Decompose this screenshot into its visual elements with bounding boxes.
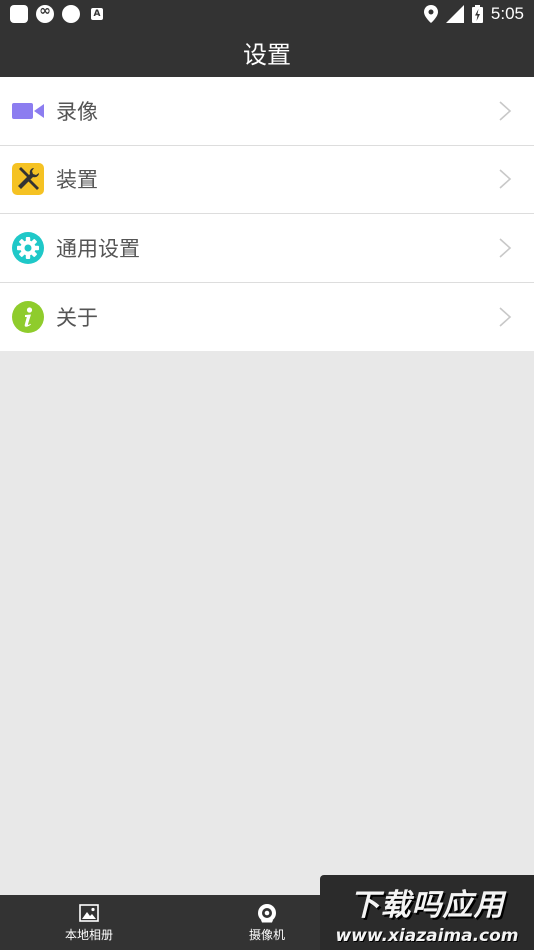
watermark-url: www.xiazaima.com: [335, 925, 519, 946]
app-bar: 设置: [0, 28, 534, 77]
gear-icon: [12, 231, 44, 264]
signal-icon: [445, 5, 464, 23]
video-camera-icon: [12, 95, 44, 127]
status-time: 5:05: [490, 4, 524, 23]
chevron-right-icon: [499, 238, 512, 258]
a-letter-icon: A: [88, 5, 106, 23]
settings-menu: 录像 装置 通用设置 关于: [0, 77, 534, 351]
menu-item-recording[interactable]: 录像: [0, 77, 534, 146]
tools-icon: [12, 163, 44, 196]
location-icon: [423, 5, 438, 23]
loop-icon: [36, 3, 54, 23]
image-icon: [79, 903, 99, 922]
app-square-icon: [10, 5, 28, 23]
menu-label: 录像: [56, 99, 98, 124]
status-right-icons: 5:05: [423, 4, 524, 24]
nav-label: 摄像机: [248, 927, 285, 942]
chevron-right-icon: [499, 101, 512, 121]
camera-icon: [258, 903, 276, 922]
menu-label: 装置: [56, 168, 98, 193]
status-left-icons: A: [10, 3, 106, 23]
page-title: 设置: [243, 41, 291, 69]
nav-label: 本地相册: [64, 927, 113, 942]
menu-item-device[interactable]: 装置: [0, 146, 534, 214]
watermark-title: 下载吗应用: [349, 887, 505, 923]
watermark-logo: 下载吗应用 www.xiazaima.com: [320, 875, 534, 950]
chevron-right-icon: [499, 307, 512, 327]
menu-label: 关于: [56, 305, 98, 330]
circle-icon: [62, 5, 80, 23]
nav-item-local-album[interactable]: 本地相册: [0, 895, 178, 950]
menu-label: 通用设置: [56, 236, 140, 261]
menu-item-general-settings[interactable]: 通用设置: [0, 214, 534, 283]
chevron-right-icon: [499, 169, 512, 189]
battery-charging-icon: [471, 5, 483, 23]
menu-item-about[interactable]: 关于: [0, 283, 534, 352]
status-bar: A 5:05: [0, 0, 534, 28]
info-icon: [12, 300, 44, 333]
